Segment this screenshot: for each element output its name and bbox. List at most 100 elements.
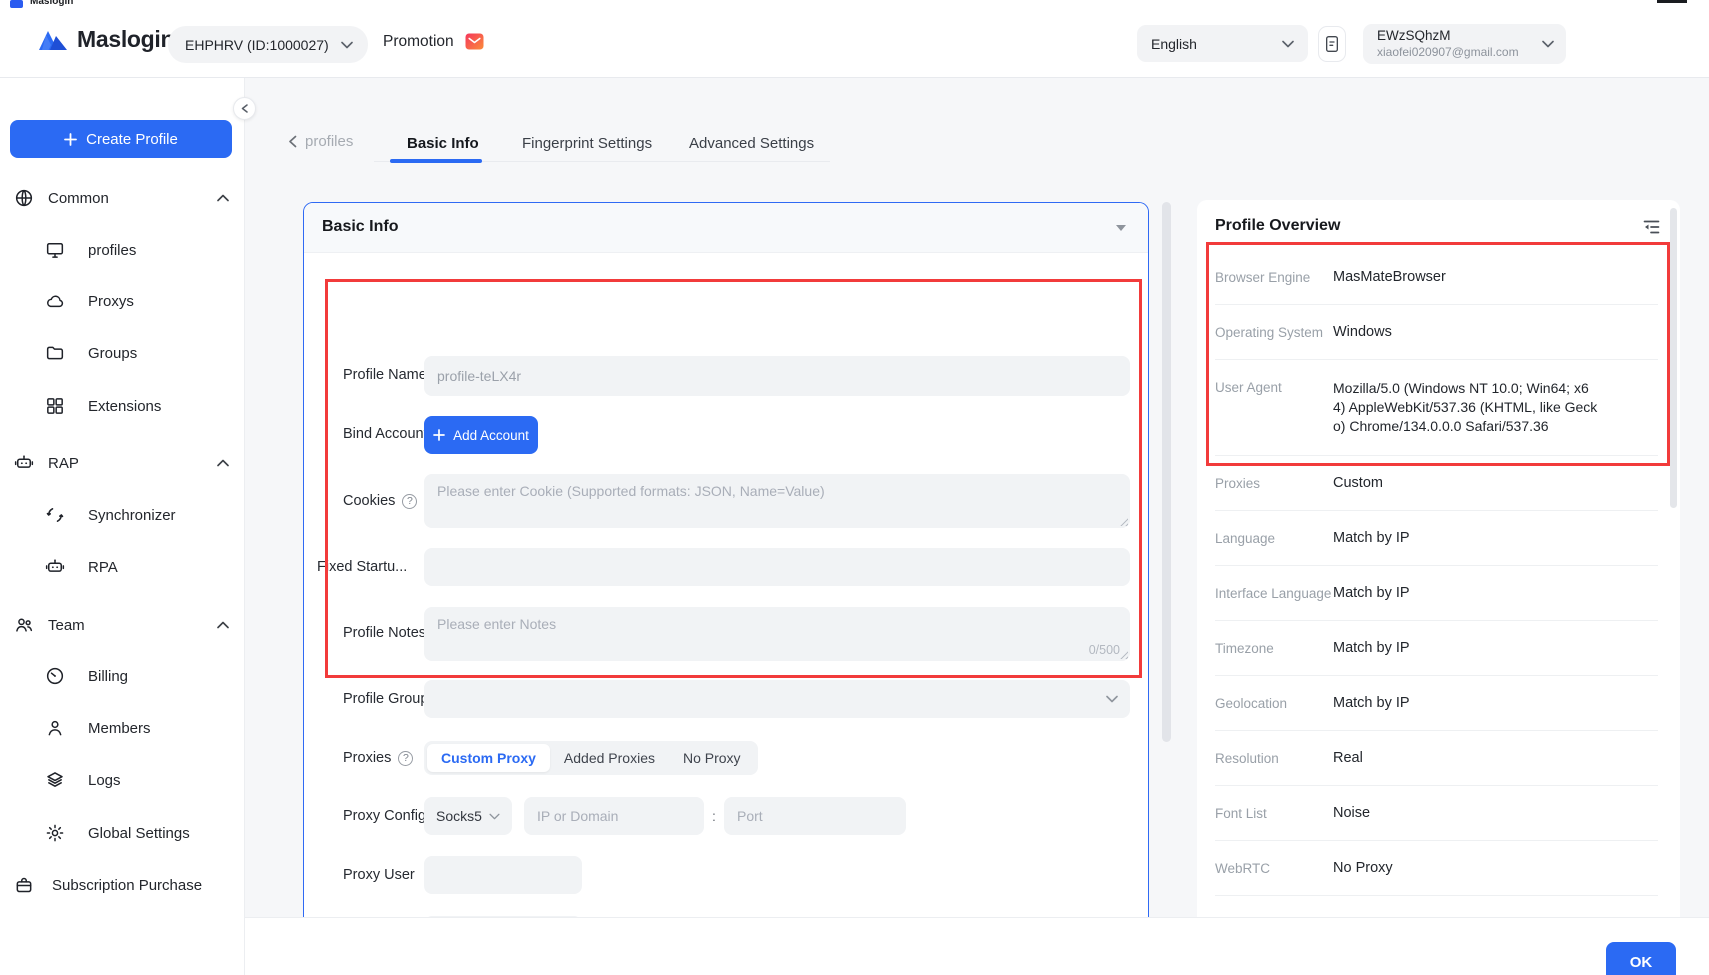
language-selector[interactable]: English — [1137, 25, 1308, 62]
create-profile-label: Create Profile — [86, 131, 178, 148]
chevron-down-icon — [1282, 40, 1294, 48]
sidebar-collapse-button[interactable] — [233, 97, 256, 120]
overview-rows: Browser EngineMasMateBrowser Operating S… — [1215, 250, 1658, 896]
proxy-config-label: Proxy Config — [343, 808, 426, 824]
overview-row-browser-engine: Browser EngineMasMateBrowser — [1215, 250, 1658, 305]
workspace-selector[interactable]: EHPHRV (ID:1000027) — [168, 26, 368, 63]
add-account-button[interactable]: Add Account — [424, 416, 538, 454]
proxy-protocol-select[interactable]: Socks5 — [424, 797, 512, 835]
sidebar-item-profiles[interactable]: profiles — [0, 233, 245, 267]
sidebar-item-logs[interactable]: Logs — [0, 763, 245, 797]
help-icon[interactable]: ? — [398, 751, 413, 766]
profile-notes-label: Profile Notes — [343, 625, 426, 641]
workspace-label: EHPHRV (ID:1000027) — [185, 37, 329, 53]
promotion-link[interactable]: Promotion — [383, 32, 484, 51]
proxy-option-custom[interactable]: Custom Proxy — [427, 744, 550, 772]
sidebar-item-billing[interactable]: Billing — [0, 659, 245, 693]
tab-advanced-settings[interactable]: Advanced Settings — [689, 135, 814, 152]
sidebar-item-extensions[interactable]: Extensions — [0, 389, 245, 423]
docs-button[interactable] — [1318, 26, 1346, 62]
proxy-host-input[interactable] — [524, 797, 704, 835]
account-menu[interactable]: EWzSQhzM xiaofei020907@gmail.com — [1363, 24, 1566, 64]
collapse-panel-icon[interactable] — [1643, 220, 1660, 234]
profile-overview-card: Profile Overview Browser EngineMasMateBr… — [1197, 200, 1680, 975]
collapse-section-icon[interactable] — [1116, 225, 1126, 231]
main-scrollbar-thumb[interactable] — [1162, 202, 1171, 742]
sidebar-item-proxys[interactable]: Proxys — [0, 284, 245, 318]
app-window: Maslogin Maslogin EHPHRV (ID:1000027) Pr… — [0, 0, 1709, 975]
item-label: Subscription Purchase — [52, 877, 202, 894]
chevron-down-icon — [1542, 40, 1554, 48]
item-label: Synchronizer — [88, 507, 176, 524]
proxy-user-input[interactable] — [424, 856, 582, 894]
layers-icon — [45, 770, 65, 790]
back-to-profiles-link[interactable]: profiles — [288, 133, 353, 150]
sidebar-item-groups[interactable]: Groups — [0, 336, 245, 370]
sidebar-item-members[interactable]: Members — [0, 711, 245, 745]
overview-row-proxies: ProxiesCustom — [1215, 456, 1658, 511]
basic-info-title: Basic Info — [322, 218, 398, 236]
help-icon[interactable]: ? — [402, 494, 417, 509]
ok-button[interactable]: OK — [1606, 942, 1676, 975]
cloud-icon — [45, 291, 65, 311]
overview-row-resolution: ResolutionReal — [1215, 731, 1658, 786]
sidebar-section-common[interactable]: Common — [0, 181, 245, 215]
profile-groups-label: Profile Groups — [343, 691, 436, 707]
profile-name-label: Profile Name — [343, 367, 427, 383]
proxy-protocol-value: Socks5 — [436, 808, 482, 824]
grid-icon — [45, 396, 65, 416]
account-name: EWzSQhzM — [1377, 28, 1519, 45]
proxy-port-input[interactable] — [724, 797, 906, 835]
sidebar-item-subscription-purchase[interactable]: Subscription Purchase — [0, 868, 245, 902]
gear-icon — [45, 823, 65, 843]
sidebar-item-global-settings[interactable]: Global Settings — [0, 816, 245, 850]
proxies-label: Proxies ? — [343, 750, 413, 766]
item-label: Billing — [88, 668, 128, 685]
robot-icon — [14, 453, 34, 473]
fixed-startup-label: Fixed Startu... ? — [317, 559, 439, 575]
item-label: Extensions — [88, 398, 161, 415]
promotion-label: Promotion — [383, 33, 454, 51]
plus-icon — [64, 133, 77, 146]
cookies-field — [424, 474, 1130, 528]
bind-account-label: Bind Account — [343, 426, 428, 442]
profile-groups-select[interactable] — [424, 680, 1130, 718]
account-meta: EWzSQhzM xiaofei020907@gmail.com — [1377, 28, 1519, 60]
overview-row-language: LanguageMatch by IP — [1215, 511, 1658, 566]
create-profile-button[interactable]: Create Profile — [10, 120, 232, 158]
item-label: Members — [88, 720, 151, 737]
profile-notes-field: 0/500 — [424, 607, 1130, 661]
basic-info-card-header[interactable]: Basic Info — [304, 203, 1148, 253]
sync-icon — [45, 505, 65, 525]
chevron-left-icon — [288, 135, 297, 148]
monitor-icon — [45, 240, 65, 260]
profile-notes-textarea[interactable] — [424, 607, 1130, 661]
maslogin-logo-icon — [38, 27, 68, 53]
sidebar-section-rap[interactable]: RAP — [0, 446, 245, 480]
overview-scrollbar-thumb[interactable] — [1670, 208, 1677, 508]
proxy-option-added[interactable]: Added Proxies — [550, 744, 669, 772]
gauge-icon — [45, 666, 65, 686]
item-label: Proxys — [88, 293, 134, 310]
account-email: xiaofei020907@gmail.com — [1377, 45, 1519, 60]
profile-name-input[interactable] — [424, 356, 1130, 396]
globe-icon — [14, 188, 34, 208]
chevron-down-icon — [1106, 695, 1118, 703]
language-label: English — [1151, 36, 1197, 52]
proxy-user-label: Proxy User — [343, 867, 415, 883]
footer-bar: OK — [245, 917, 1709, 975]
proxy-option-none[interactable]: No Proxy — [669, 744, 755, 772]
tab-title: Maslogin — [30, 0, 73, 7]
fixed-startup-input[interactable] — [424, 548, 1130, 586]
sidebar-section-team[interactable]: Team — [0, 608, 245, 642]
window-minimize-icon[interactable] — [1657, 0, 1687, 3]
tab-fingerprint-settings[interactable]: Fingerprint Settings — [522, 135, 652, 152]
sidebar-item-synchronizer[interactable]: Synchronizer — [0, 498, 245, 532]
tab-basic-info[interactable]: Basic Info — [407, 135, 479, 152]
cookies-textarea[interactable] — [424, 474, 1130, 528]
document-icon — [1324, 35, 1340, 53]
robot-icon — [45, 557, 65, 577]
chevron-down-icon — [489, 813, 500, 820]
sidebar-item-rpa[interactable]: RPA — [0, 550, 245, 584]
overview-row-interface-language: Interface LanguageMatch by IP — [1215, 566, 1658, 621]
